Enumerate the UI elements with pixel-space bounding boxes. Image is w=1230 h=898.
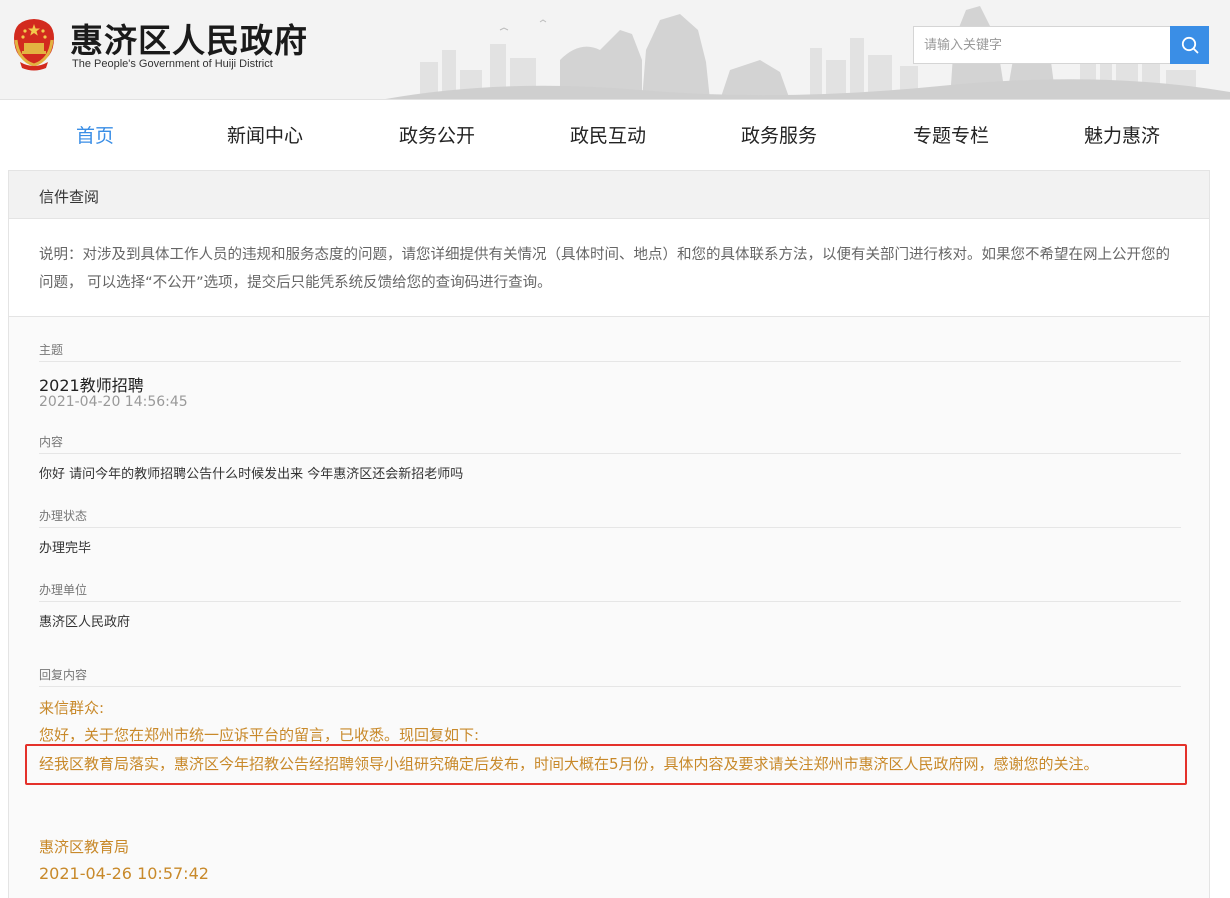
nav-item-news[interactable]: 新闻中心 — [208, 100, 322, 170]
status-value: 办理完毕 — [39, 541, 92, 556]
search-button[interactable] — [1170, 26, 1209, 64]
panel-title: 信件查阅 — [39, 188, 100, 206]
nav-item-topics[interactable]: 专题专栏 — [894, 100, 1008, 170]
nav-item-interaction[interactable]: 政民互动 — [551, 100, 665, 170]
search-icon — [1181, 36, 1198, 54]
site-subtitle: The People's Government of Huiji Distric… — [72, 58, 273, 70]
reply-greeting: 来信群众: — [39, 699, 105, 717]
notice-section: 说明：对涉及到具体工作人员的违规和服务态度的问题，请您详细提供有关情况（具体时间… — [9, 219, 1209, 317]
reply-label: 回复内容 — [39, 668, 88, 682]
divider — [39, 361, 1181, 362]
subject-label: 主题 — [39, 343, 64, 357]
divider — [39, 686, 1181, 687]
content-value: 你好 请问今年的教师招聘公告什么时候发出来 今年惠济区还会新招老师吗 — [39, 467, 464, 482]
site-header: 惠济区人民政府 The People's Government of Huiji… — [0, 0, 1230, 100]
notice-text: 说明：对涉及到具体工作人员的违规和服务态度的问题，请您详细提供有关情况（具体时间… — [39, 247, 1170, 291]
reply-from: 惠济区教育局 — [39, 838, 130, 856]
panel-header: 信件查阅 — [9, 171, 1209, 219]
status-label: 办理状态 — [39, 509, 88, 523]
reply-date: 2021-04-26 10:57:42 — [39, 864, 209, 883]
letter-panel: 信件查阅 说明：对涉及到具体工作人员的违规和服务态度的问题，请您详细提供有关情况… — [8, 170, 1210, 898]
national-emblem-icon — [14, 19, 54, 71]
divider — [39, 527, 1181, 528]
content-label: 内容 — [39, 435, 64, 449]
reply-highlight-box — [25, 744, 1187, 785]
subject-date: 2021-04-20 14:56:45 — [39, 394, 188, 410]
nav-item-home[interactable]: 首页 — [38, 100, 152, 170]
search-input[interactable] — [914, 27, 1171, 63]
search-box — [913, 26, 1209, 64]
subject-value: 2021教师招聘 — [39, 376, 144, 395]
main-nav: 首页 新闻中心 政务公开 政民互动 政务服务 专题专栏 魅力惠济 — [0, 100, 1230, 170]
divider — [39, 601, 1181, 602]
unit-value: 惠济区人民政府 — [39, 615, 131, 630]
reply-intro: 您好，关于您在郑州市统一应诉平台的留言，已收悉。现回复如下: — [39, 726, 480, 744]
nav-item-gov-affairs[interactable]: 政务公开 — [380, 100, 494, 170]
unit-label: 办理单位 — [39, 583, 88, 597]
nav-item-services[interactable]: 政务服务 — [722, 100, 836, 170]
nav-item-charm-huiji[interactable]: 魅力惠济 — [1065, 100, 1179, 170]
divider — [39, 453, 1181, 454]
site-title[interactable]: 惠济区人民政府 — [70, 14, 308, 62]
